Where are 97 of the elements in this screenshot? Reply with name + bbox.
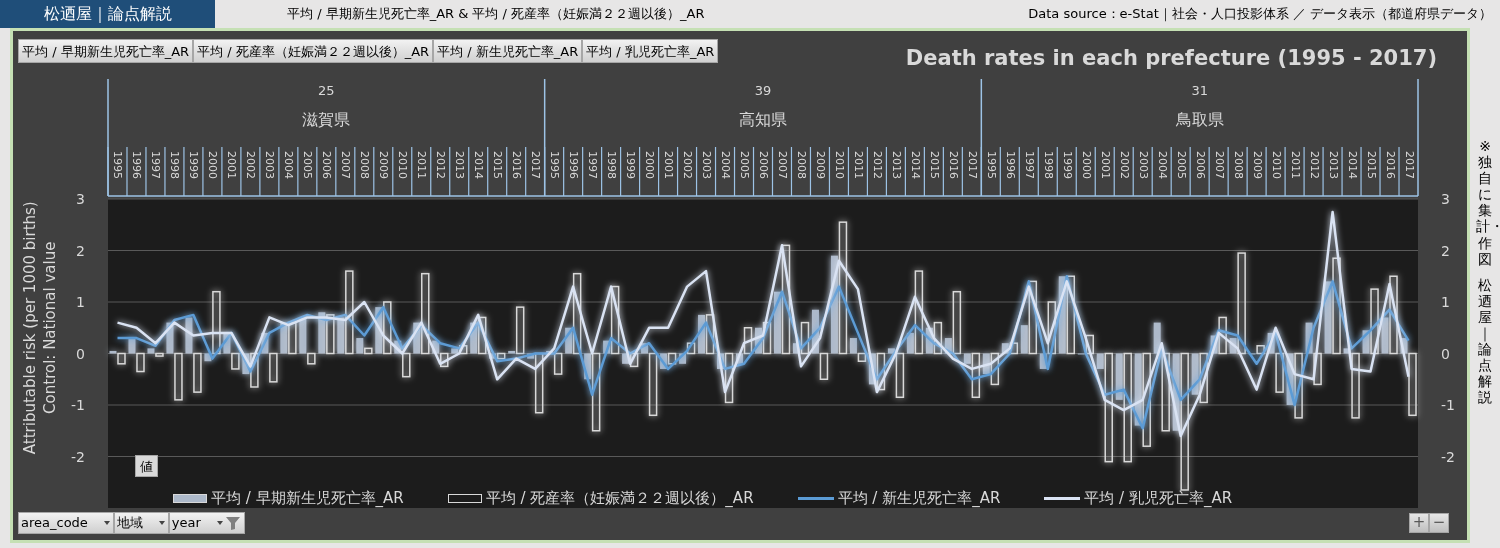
prefecture-label: 高知県 xyxy=(739,110,787,129)
year-label: 1995 xyxy=(111,151,125,179)
year-label: 2014 xyxy=(472,151,486,179)
year-label: 2010 xyxy=(832,151,846,179)
year-label: 2017 xyxy=(529,151,543,179)
year-label: 2008 xyxy=(358,151,372,179)
group-code: 31 xyxy=(1191,83,1208,98)
legend-label: 平均 / 死産率（妊娠満２２週以後）_AR xyxy=(485,488,754,509)
data-source: Data source：e-Stat｜社会・人口投影体系 ／ データ表示（都道府県データ） xyxy=(1028,5,1492,24)
year-label: 2008 xyxy=(794,151,808,179)
y-axis-label: 3 xyxy=(76,191,85,207)
year-label: 2006 xyxy=(757,151,770,179)
year-label: 1999 xyxy=(624,151,638,179)
year-label: 2001 xyxy=(662,151,676,179)
legend-label: 平均 / 新生児死亡率_AR xyxy=(837,488,1001,509)
chart-caption: 平均 / 早期新生児死亡率_AR & 平均 / 死産率（妊娠満２２週以後）_AR xyxy=(287,5,705,24)
year-label: 2016 xyxy=(510,151,524,179)
year-label: 2005 xyxy=(301,151,315,179)
year-label: 1995 xyxy=(548,151,562,179)
year-label: 2012 xyxy=(434,151,448,179)
y-axis-label: 3 xyxy=(1441,191,1450,207)
chart-title: Death rates in each prefecture (1995 - 2017) xyxy=(905,45,1437,72)
year-label: 2016 xyxy=(1383,151,1397,179)
year-label: 2009 xyxy=(1250,151,1264,179)
year-label: 1997 xyxy=(149,151,163,179)
y-axis-label: 0 xyxy=(1441,345,1450,362)
year-label: 1996 xyxy=(130,151,144,179)
year-label: 2013 xyxy=(1326,151,1340,179)
y-axis-title: Attributable risk (per 1000 births) xyxy=(21,201,39,455)
year-label: 2002 xyxy=(1117,151,1131,179)
year-label: 2001 xyxy=(225,151,239,179)
year-label: 1998 xyxy=(168,151,182,179)
year-label: 2012 xyxy=(1307,151,1321,179)
year-label: 1998 xyxy=(1041,151,1055,179)
year-label: 2011 xyxy=(851,151,865,179)
year-label: 2004 xyxy=(719,151,733,179)
y-axis-label: 2 xyxy=(1441,242,1450,259)
year-label: 2003 xyxy=(700,151,714,179)
year-label: 2000 xyxy=(1079,151,1093,179)
year-label: 1999 xyxy=(187,151,201,179)
year-label: 2004 xyxy=(1155,151,1169,179)
year-label: 2006 xyxy=(320,151,334,179)
year-label: 2002 xyxy=(244,151,258,179)
year-label: 2016 xyxy=(946,151,960,179)
group-code: 39 xyxy=(754,83,772,98)
y-axis-label: 1 xyxy=(1441,294,1450,310)
year-label: 2001 xyxy=(1098,151,1112,179)
legend-label: 平均 / 乳児死亡率_AR xyxy=(1084,488,1233,509)
year-label: 2015 xyxy=(1364,151,1378,179)
year-label: 1999 xyxy=(1060,151,1074,179)
legend-label: 平均 / 早期新生児死亡率_AR xyxy=(211,488,404,509)
y-axis-label: -2 xyxy=(1441,448,1455,465)
y-axis-label: 0 xyxy=(76,345,85,362)
year-label: 2008 xyxy=(1231,151,1245,179)
side-note: 松迺屋｜論点解説 xyxy=(1477,276,1493,406)
year-label: 1997 xyxy=(586,151,600,179)
year-label: 2000 xyxy=(206,151,220,179)
year-label: 1998 xyxy=(605,151,619,179)
year-label: 2010 xyxy=(396,151,410,179)
year-label: 2015 xyxy=(491,151,505,179)
y-axis-subtitle: Control: National value xyxy=(41,241,59,414)
year-label: 2013 xyxy=(889,151,903,179)
year-label: 2017 xyxy=(1402,151,1416,179)
year-label: 2000 xyxy=(643,151,657,179)
year-label: 2014 xyxy=(908,151,922,179)
prefecture-label: 鳥取県 xyxy=(1175,110,1224,129)
year-label: 1996 xyxy=(1003,151,1017,179)
year-label: 2009 xyxy=(813,151,827,179)
year-label: 2007 xyxy=(776,151,789,179)
year-label: 2015 xyxy=(927,151,941,179)
y-axis-label: -1 xyxy=(71,397,85,413)
year-label: 2014 xyxy=(1345,151,1359,179)
year-label: 2005 xyxy=(738,151,751,179)
year-label: 2006 xyxy=(1193,151,1207,179)
year-label: 2004 xyxy=(282,151,296,179)
year-label: 2007 xyxy=(339,151,353,179)
year-label: 2002 xyxy=(681,151,695,179)
prefecture-label: 滋賀県 xyxy=(302,110,351,129)
y-axis-label: -1 xyxy=(1441,397,1455,413)
y-axis-label: -2 xyxy=(71,448,85,465)
year-label: 2011 xyxy=(1288,151,1302,179)
year-label: 2010 xyxy=(1269,151,1283,179)
year-label: 1996 xyxy=(567,151,581,179)
y-axis-label: 2 xyxy=(76,242,85,259)
year-label: 2011 xyxy=(415,151,429,179)
year-label: 2005 xyxy=(1174,151,1188,179)
year-label: 2012 xyxy=(870,151,884,179)
year-label: 2003 xyxy=(1136,151,1150,179)
year-label: 1995 xyxy=(984,151,998,179)
year-label: 1997 xyxy=(1022,151,1036,179)
year-label: 2007 xyxy=(1212,151,1226,179)
year-label: 2003 xyxy=(263,151,277,179)
year-label: 2017 xyxy=(965,151,979,179)
year-label: 2013 xyxy=(453,151,467,179)
year-label: 2009 xyxy=(377,151,391,179)
y-axis-label: 1 xyxy=(76,294,85,310)
group-code: 25 xyxy=(318,83,335,98)
